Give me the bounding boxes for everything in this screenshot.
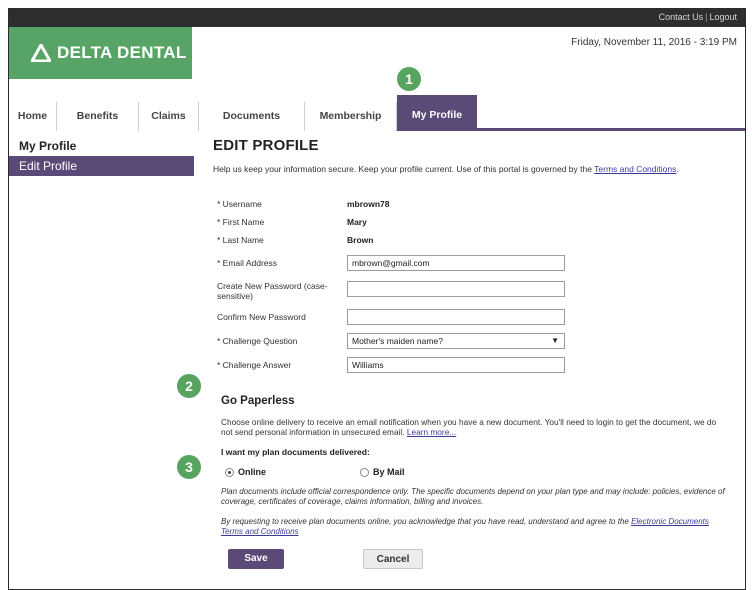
step-badge-3: 3: [177, 455, 201, 479]
tab-home[interactable]: Home: [9, 102, 57, 131]
agreement-note: By requesting to receive plan documents …: [221, 517, 709, 536]
username-label: * Username: [217, 199, 262, 209]
intro-text: Help us keep your information secure. Ke…: [213, 164, 679, 174]
new-password-label: Create New Password (case-sensitive): [217, 281, 328, 301]
delta-triangle-icon: [31, 44, 51, 62]
tab-membership[interactable]: Membership: [305, 102, 397, 131]
sidebar-title[interactable]: My Profile: [9, 136, 194, 156]
save-button[interactable]: Save: [228, 549, 284, 569]
tab-documents[interactable]: Documents: [199, 102, 305, 131]
new-password-input[interactable]: [347, 281, 565, 297]
challenge-answer-input[interactable]: [347, 357, 565, 373]
delivery-options: Online By Mail: [225, 467, 725, 481]
confirm-password-label: Confirm New Password: [217, 312, 306, 322]
last-name-row: * Last Name Brown: [213, 233, 733, 255]
step-badge-1: 1: [397, 67, 421, 91]
go-paperless-text: Choose online delivery to receive an ema…: [221, 417, 717, 437]
last-name-label: * Last Name: [217, 235, 264, 245]
challenge-question-select[interactable]: Mother's maiden name? ▼: [347, 333, 565, 349]
terms-link[interactable]: Terms and Conditions: [594, 164, 676, 174]
challenge-question-row: * Challenge Question Mother's maiden nam…: [213, 333, 733, 355]
first-name-label: * First Name: [217, 217, 265, 227]
confirm-password-row: Confirm New Password: [213, 309, 733, 331]
radio-selected-icon: [225, 467, 234, 477]
email-row: * Email Address: [213, 255, 733, 277]
logo-area: DELTA DENTAL: [9, 27, 192, 79]
username-value: mbrown78: [347, 199, 390, 209]
confirm-password-input[interactable]: [347, 309, 565, 325]
main-nav: Home Benefits Claims Documents Membershi…: [9, 95, 745, 131]
dropdown-arrow-icon: ▼: [551, 336, 559, 345]
logout-link[interactable]: Logout: [709, 12, 737, 22]
logo-text: DELTA DENTAL: [57, 43, 187, 62]
challenge-answer-label: * Challenge Answer: [217, 360, 292, 370]
step-badge-2: 2: [177, 374, 201, 398]
sidebar: My Profile Edit Profile: [9, 136, 194, 176]
site-header: DELTA DENTAL Friday, November 11, 2016 -…: [9, 27, 745, 87]
email-input[interactable]: [347, 255, 565, 271]
challenge-question-label: * Challenge Question: [217, 336, 298, 346]
new-password-row: Create New Password (case-sensitive): [213, 281, 733, 307]
page-title: EDIT PROFILE: [213, 137, 319, 154]
challenge-question-value: Mother's maiden name?: [352, 336, 443, 346]
delivery-question: I want my plan documents delivered:: [221, 447, 370, 457]
delta-dental-logo[interactable]: DELTA DENTAL: [31, 43, 187, 63]
radio-by-mail[interactable]: By Mail: [360, 467, 405, 477]
radio-online[interactable]: Online: [225, 467, 266, 477]
tab-claims[interactable]: Claims: [139, 102, 199, 131]
main-content: EDIT PROFILE Help us keep your informati…: [213, 137, 733, 569]
plan-documents-note: Plan documents include official correspo…: [221, 487, 725, 506]
current-datetime: Friday, November 11, 2016 - 3:19 PM: [571, 37, 737, 48]
sidebar-item-edit-profile[interactable]: Edit Profile: [9, 156, 194, 176]
cancel-button[interactable]: Cancel: [363, 549, 423, 569]
first-name-value: Mary: [347, 217, 367, 227]
browser-frame: Contact Us | Logout DELTA DENTAL Friday, N…: [8, 8, 746, 590]
top-utility-bar: Contact Us | Logout: [9, 9, 745, 27]
go-paperless-title: Go Paperless: [221, 395, 295, 407]
tab-benefits[interactable]: Benefits: [57, 102, 139, 131]
tab-my-profile[interactable]: My Profile: [397, 95, 477, 131]
contact-us-link[interactable]: Contact Us: [659, 12, 704, 22]
challenge-answer-row: * Challenge Answer: [213, 357, 733, 379]
learn-more-link[interactable]: Learn more...: [407, 427, 456, 437]
radio-unselected-icon: [360, 467, 369, 477]
email-label: * Email Address: [217, 258, 277, 268]
last-name-value: Brown: [347, 235, 374, 245]
